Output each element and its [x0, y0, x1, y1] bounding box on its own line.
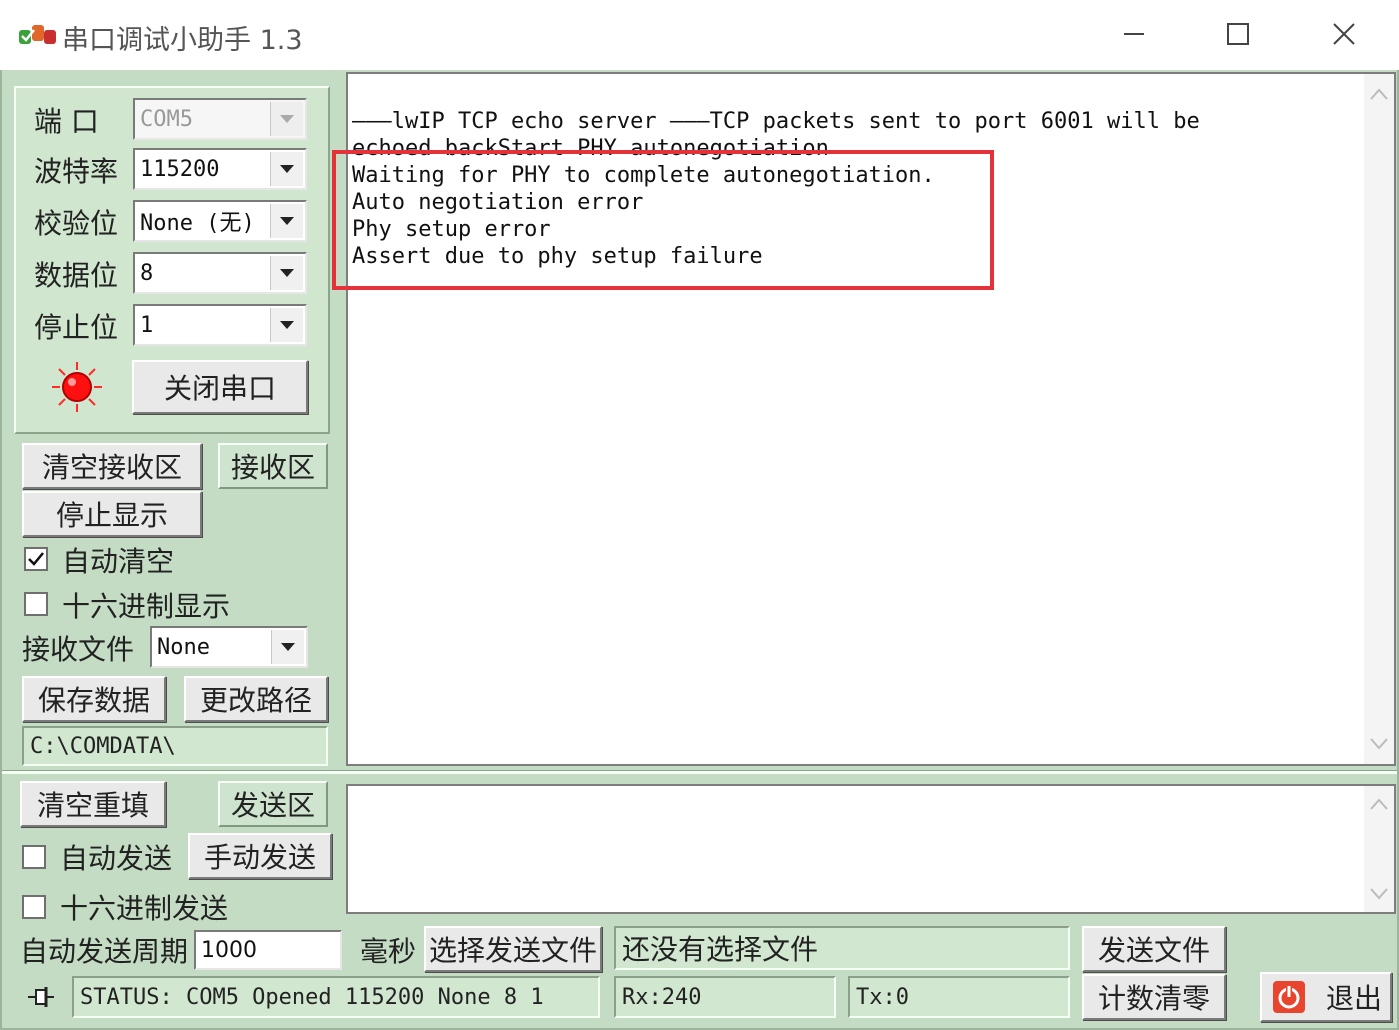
checkmark-icon	[28, 552, 44, 566]
chevron-down-icon[interactable]	[1370, 888, 1388, 900]
chevron-down-icon	[270, 152, 303, 186]
chevron-down-icon	[270, 256, 303, 290]
minimize-icon	[1124, 33, 1144, 35]
port-select[interactable]: COM5	[133, 98, 307, 140]
databits-label: 数据位	[34, 259, 119, 292]
stopbits-select[interactable]: 1	[133, 304, 307, 346]
manual-send-button[interactable]: 手动发送	[188, 833, 332, 879]
parity-select[interactable]: None (无)	[133, 200, 307, 242]
status-led-icon	[52, 362, 102, 412]
close-port-button[interactable]: 关闭串口	[132, 360, 308, 414]
hex-display-label: 十六进制显示	[62, 590, 231, 623]
section-divider	[2, 770, 1397, 774]
receive-scrollbar[interactable]	[1364, 74, 1394, 764]
port-value: COM5	[140, 106, 193, 132]
receive-file-value: None	[157, 634, 210, 660]
pin-icon[interactable]	[24, 982, 56, 1012]
maximize-icon	[1227, 23, 1249, 45]
baud-select[interactable]: 115200	[133, 148, 307, 190]
chevron-up-icon[interactable]	[1370, 798, 1388, 810]
file-status-display: 还没有选择文件	[614, 926, 1070, 970]
highlight-box	[332, 150, 994, 290]
stop-display-button[interactable]: 停止显示	[22, 491, 202, 537]
close-icon	[1333, 23, 1355, 45]
clear-receive-button[interactable]: 清空接收区	[22, 443, 202, 489]
chevron-down-icon[interactable]	[1370, 738, 1388, 750]
receive-area-label: 接收区	[218, 443, 328, 489]
save-data-button[interactable]: 保存数据	[22, 676, 166, 722]
send-file-button[interactable]: 发送文件	[1082, 926, 1226, 972]
auto-period-label: 自动发送周期	[20, 935, 189, 968]
send-textarea[interactable]	[346, 784, 1396, 914]
hex-send-label: 十六进制发送	[60, 892, 229, 925]
send-scrollbar[interactable]	[1364, 786, 1394, 912]
title-bar: 串口调试小助手 1.3	[0, 0, 1399, 70]
auto-clear-checkbox[interactable]	[24, 547, 48, 571]
power-icon	[1273, 981, 1305, 1013]
auto-clear-label: 自动清空	[62, 545, 175, 578]
reset-count-button[interactable]: 计数清零	[1082, 974, 1226, 1020]
chevron-up-icon[interactable]	[1370, 88, 1388, 100]
milliseconds-label: 毫秒	[360, 935, 417, 968]
auto-send-checkbox[interactable]	[22, 845, 46, 869]
chevron-down-icon	[271, 630, 304, 664]
change-path-button[interactable]: 更改路径	[184, 676, 328, 722]
baud-label: 波特率	[34, 155, 119, 188]
maximize-button[interactable]	[1208, 14, 1268, 54]
app-icon	[19, 25, 56, 44]
close-window-button[interactable]	[1314, 14, 1374, 54]
rx-counter: Rx:240	[614, 976, 836, 1018]
receive-file-label: 接收文件	[22, 633, 135, 666]
hex-display-checkbox[interactable]	[24, 592, 48, 616]
parity-value: None (无)	[140, 211, 255, 236]
send-area-label: 发送区	[218, 781, 328, 827]
parity-label: 校验位	[34, 207, 119, 240]
chevron-down-icon	[270, 308, 303, 342]
auto-send-label: 自动发送	[60, 842, 173, 875]
databits-select[interactable]: 8	[133, 252, 307, 294]
port-label: 端 口	[34, 105, 99, 138]
auto-period-input[interactable]: 1000	[194, 930, 342, 970]
hex-send-checkbox[interactable]	[22, 895, 46, 919]
exit-label: 退出	[1326, 982, 1383, 1015]
stopbits-value: 1	[140, 312, 154, 338]
chevron-down-icon	[270, 102, 303, 136]
status-display: STATUS: COM5 Opened 115200 None 8 1	[72, 976, 600, 1018]
exit-button[interactable]: 退出	[1260, 972, 1392, 1022]
clear-refill-button[interactable]: 清空重填	[20, 781, 166, 827]
databits-value: 8	[140, 260, 154, 286]
select-send-file-button[interactable]: 选择发送文件	[424, 926, 602, 972]
minimize-button[interactable]	[1104, 14, 1164, 54]
baud-value: 115200	[140, 156, 220, 182]
tx-counter: Tx:0	[848, 976, 1070, 1018]
receive-line: ———lwIP TCP echo server ———TCP packets s…	[352, 109, 1200, 134]
receive-file-select[interactable]: None	[150, 626, 308, 668]
chevron-down-icon	[270, 204, 303, 238]
window-title: 串口调试小助手 1.3	[62, 25, 303, 56]
save-path-display: C:\COMDATA\	[22, 726, 328, 766]
stopbits-label: 停止位	[34, 311, 119, 344]
